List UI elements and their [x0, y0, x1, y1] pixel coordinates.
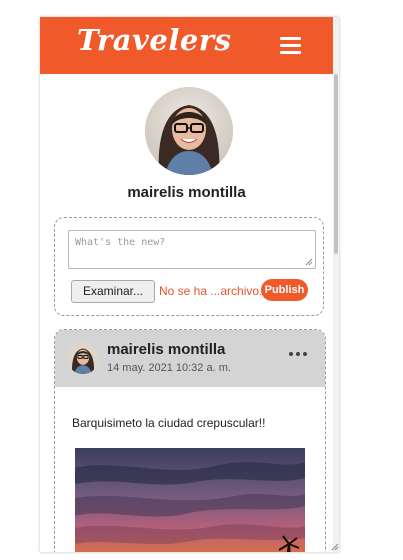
hamburger-menu-icon[interactable] — [280, 37, 301, 55]
browse-file-button[interactable]: Examinar... — [71, 280, 155, 303]
sunset-photo[interactable] — [75, 448, 305, 552]
app-viewport: Travelers mairelis montilla What's the n… — [40, 17, 339, 552]
profile-avatar[interactable] — [145, 87, 233, 175]
resize-grip-icon[interactable] — [305, 258, 313, 266]
scrollbar-thumb[interactable] — [334, 74, 338, 254]
more-options-icon[interactable] — [289, 350, 309, 358]
post-date: 14 may. 2021 10:32 a. m. — [107, 362, 231, 374]
profile-name: mairelis montilla — [127, 184, 246, 201]
resize-corner-icon — [331, 543, 339, 551]
post-author-name[interactable]: mairelis montilla — [107, 341, 225, 358]
post-textarea[interactable]: What's the new? — [68, 230, 316, 269]
app-header: Travelers — [40, 17, 333, 74]
post-author-avatar[interactable] — [67, 342, 99, 374]
post-card: mairelis montilla 14 may. 2021 10:32 a. … — [54, 329, 326, 552]
brand-logo[interactable]: Travelers — [77, 23, 231, 57]
post-text: Barquisimeto la ciudad crepuscular!! — [72, 416, 266, 430]
post-composer: What's the new? Examinar... No se ha ...… — [54, 217, 324, 316]
post-header: mairelis montilla 14 may. 2021 10:32 a. … — [55, 330, 325, 387]
post-textarea-placeholder: What's the new? — [75, 237, 166, 248]
publish-button[interactable]: Publish — [261, 279, 308, 301]
file-status-text: No se ha ...archivo. — [159, 284, 263, 298]
